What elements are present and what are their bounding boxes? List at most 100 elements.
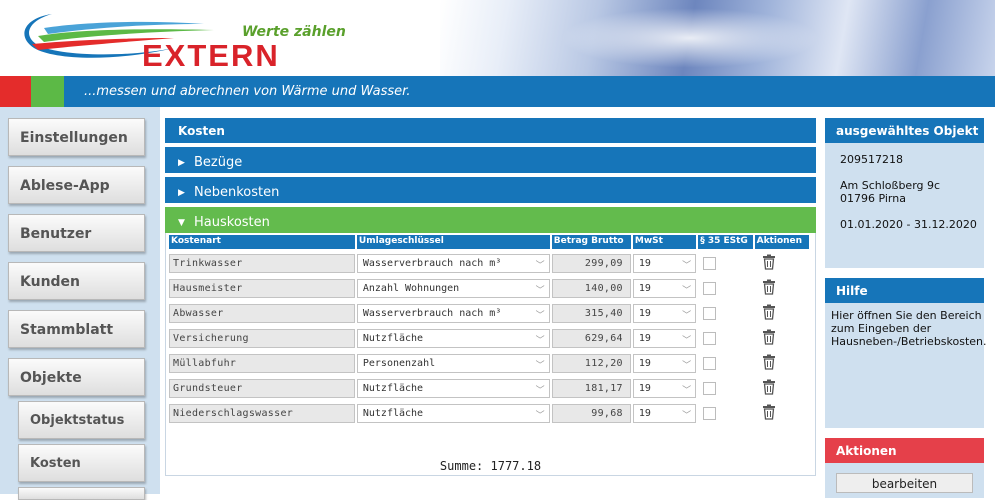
- mwst-select[interactable]: 19 ﹀: [632, 253, 697, 273]
- chevron-down-icon: ﹀: [682, 285, 692, 296]
- chevron-down-icon: ﹀: [682, 410, 692, 421]
- nav-einstellungen[interactable]: Einstellungen: [8, 118, 145, 156]
- estg-cell: [698, 356, 752, 370]
- mwst-value: 19: [638, 332, 651, 344]
- betrag-field[interactable]: 181,17: [551, 378, 631, 398]
- estg-cell: [698, 256, 752, 270]
- umlageschluessel-select[interactable]: Anzahl Wohnungen ﹀: [356, 278, 550, 298]
- umlageschluessel-value: Anzahl Wohnungen: [362, 282, 460, 294]
- estg-checkbox[interactable]: [703, 256, 717, 270]
- table-row: Hausmeister Anzahl Wohnungen ﹀ 140,00 19 ﹀: [169, 277, 811, 299]
- betrag-field[interactable]: 99,68: [551, 403, 631, 423]
- chevron-right-icon: ▶: [178, 188, 185, 198]
- mwst-select[interactable]: 19 ﹀: [632, 403, 697, 423]
- kostenart-field[interactable]: Hausmeister: [169, 278, 355, 298]
- nav-ablese-app[interactable]: Ablese-App: [8, 166, 145, 204]
- estg-cell: [698, 406, 752, 420]
- umlageschluessel-value: Wasserverbrauch nach m³: [362, 307, 502, 319]
- umlageschluessel-select[interactable]: Nutzfläche ﹀: [356, 378, 550, 398]
- estg-checkbox[interactable]: [703, 381, 717, 395]
- nav-benutzer[interactable]: Benutzer: [8, 214, 145, 252]
- col-aktionen: Aktionen: [754, 235, 810, 249]
- col-betrag-brutto: Betrag Brutto: [551, 235, 631, 249]
- estg-checkbox[interactable]: [703, 406, 717, 420]
- table-row: Grundsteuer Nutzfläche ﹀ 181,17 19 ﹀: [169, 377, 811, 399]
- table-row: Abwasser Wasserverbrauch nach m³ ﹀ 315,40 19…: [169, 302, 811, 324]
- objekt-id: 209517218: [840, 153, 903, 166]
- main-panel: Kosten ▶ Bezüge ▶ Nebenkosten ▼ Hauskosten …: [165, 118, 816, 476]
- nav-sub-objektstatus[interactable]: Objektstatus: [18, 401, 145, 439]
- trash-icon[interactable]: [762, 304, 809, 323]
- umlageschluessel-select[interactable]: Wasserverbrauch nach m³ ﹀: [356, 303, 550, 323]
- trash-icon[interactable]: [762, 354, 809, 373]
- section-label: Bezüge: [194, 155, 243, 170]
- kostenart-field[interactable]: Niederschlagswasser: [169, 403, 355, 423]
- chevron-right-icon: ▶: [178, 158, 185, 168]
- estg-cell: [698, 381, 752, 395]
- nav-kunden[interactable]: Kunden: [8, 262, 145, 300]
- umlageschluessel-value: Wasserverbrauch nach m³: [362, 257, 502, 269]
- mwst-value: 19: [638, 307, 651, 319]
- nav-sub-kosten[interactable]: Kosten: [18, 444, 145, 482]
- section-label: Hauskosten: [194, 215, 270, 230]
- umlageschluessel-select[interactable]: Wasserverbrauch nach m³ ﹀: [356, 253, 550, 273]
- costs-table: Kostenart Umlageschlüssel Betrag Brutto …: [165, 233, 816, 476]
- kostenart-field[interactable]: Müllabfuhr: [169, 353, 355, 373]
- mwst-select[interactable]: 19 ﹀: [632, 328, 697, 348]
- umlageschluessel-select[interactable]: Nutzfläche ﹀: [356, 403, 550, 423]
- page-title: Kosten: [165, 118, 816, 143]
- section-bezuege[interactable]: ▶ Bezüge: [165, 143, 816, 173]
- mwst-select[interactable]: 19 ﹀: [632, 278, 697, 298]
- section-label: Nebenkosten: [194, 185, 280, 200]
- chevron-down-icon: ﹀: [535, 385, 545, 396]
- umlageschluessel-value: Personenzahl: [362, 357, 436, 369]
- estg-cell: [698, 281, 752, 295]
- table-body: Trinkwasser Wasserverbrauch nach m³ ﹀ 299,0…: [169, 252, 811, 424]
- kostenart-field[interactable]: Abwasser: [169, 303, 355, 323]
- kostenart-field[interactable]: Versicherung: [169, 328, 355, 348]
- chevron-down-icon: ﹀: [535, 310, 545, 321]
- mwst-select[interactable]: 19 ﹀: [632, 303, 697, 323]
- trash-icon[interactable]: [762, 379, 809, 398]
- mwst-value: 19: [638, 382, 651, 394]
- betrag-field[interactable]: 629,64: [551, 328, 631, 348]
- estg-checkbox[interactable]: [703, 356, 717, 370]
- umlageschluessel-select[interactable]: Personenzahl ﹀: [356, 353, 550, 373]
- mwst-select[interactable]: 19 ﹀: [632, 378, 697, 398]
- table-header: Kostenart Umlageschlüssel Betrag Brutto …: [169, 235, 811, 249]
- betrag-field[interactable]: 112,20: [551, 353, 631, 373]
- nav-objekte[interactable]: Objekte: [8, 358, 145, 396]
- aktionen-title: Aktionen: [825, 438, 984, 463]
- mwst-select[interactable]: 19 ﹀: [632, 353, 697, 373]
- hilfe-title: Hilfe: [825, 278, 984, 303]
- nav-stammblatt[interactable]: Stammblatt: [8, 310, 145, 348]
- section-hauskosten[interactable]: ▼ Hauskosten: [165, 203, 816, 233]
- betrag-field[interactable]: 299,09: [551, 253, 631, 273]
- trash-icon[interactable]: [762, 329, 809, 348]
- hilfe-text: Hier öffnen Sie den Bereich zum Eingeben…: [831, 309, 987, 348]
- umlageschluessel-select[interactable]: Nutzfläche ﹀: [356, 328, 550, 348]
- kostenart-field[interactable]: Grundsteuer: [169, 378, 355, 398]
- red-block: [0, 76, 31, 107]
- estg-checkbox[interactable]: [703, 281, 717, 295]
- chevron-down-icon: ﹀: [535, 335, 545, 346]
- bearbeiten-button[interactable]: bearbeiten: [836, 473, 973, 493]
- betrag-field[interactable]: 315,40: [551, 303, 631, 323]
- trash-icon[interactable]: [762, 254, 809, 273]
- logo-wordmark[interactable]: EXTERN: [142, 38, 280, 74]
- chevron-down-icon: ﹀: [535, 285, 545, 296]
- slogan-bar: ...messen und abrechnen von Wärme und Wa…: [0, 76, 995, 107]
- estg-checkbox[interactable]: [703, 306, 717, 320]
- chevron-down-icon: ﹀: [682, 260, 692, 271]
- estg-checkbox[interactable]: [703, 331, 717, 345]
- col-35-estg: § 35 EStG: [698, 235, 753, 249]
- hilfe-box: Hilfe Hier öffnen Sie den Bereich zum Ei…: [825, 278, 987, 428]
- betrag-field[interactable]: 140,00: [551, 278, 631, 298]
- trash-icon[interactable]: [762, 404, 809, 423]
- kostenart-field[interactable]: Trinkwasser: [169, 253, 355, 273]
- chevron-down-icon: ﹀: [682, 335, 692, 346]
- chevron-down-icon: ﹀: [535, 360, 545, 371]
- trash-icon[interactable]: [762, 279, 809, 298]
- objekt-title: ausgewähltes Objekt: [825, 118, 984, 143]
- section-nebenkosten[interactable]: ▶ Nebenkosten: [165, 173, 816, 203]
